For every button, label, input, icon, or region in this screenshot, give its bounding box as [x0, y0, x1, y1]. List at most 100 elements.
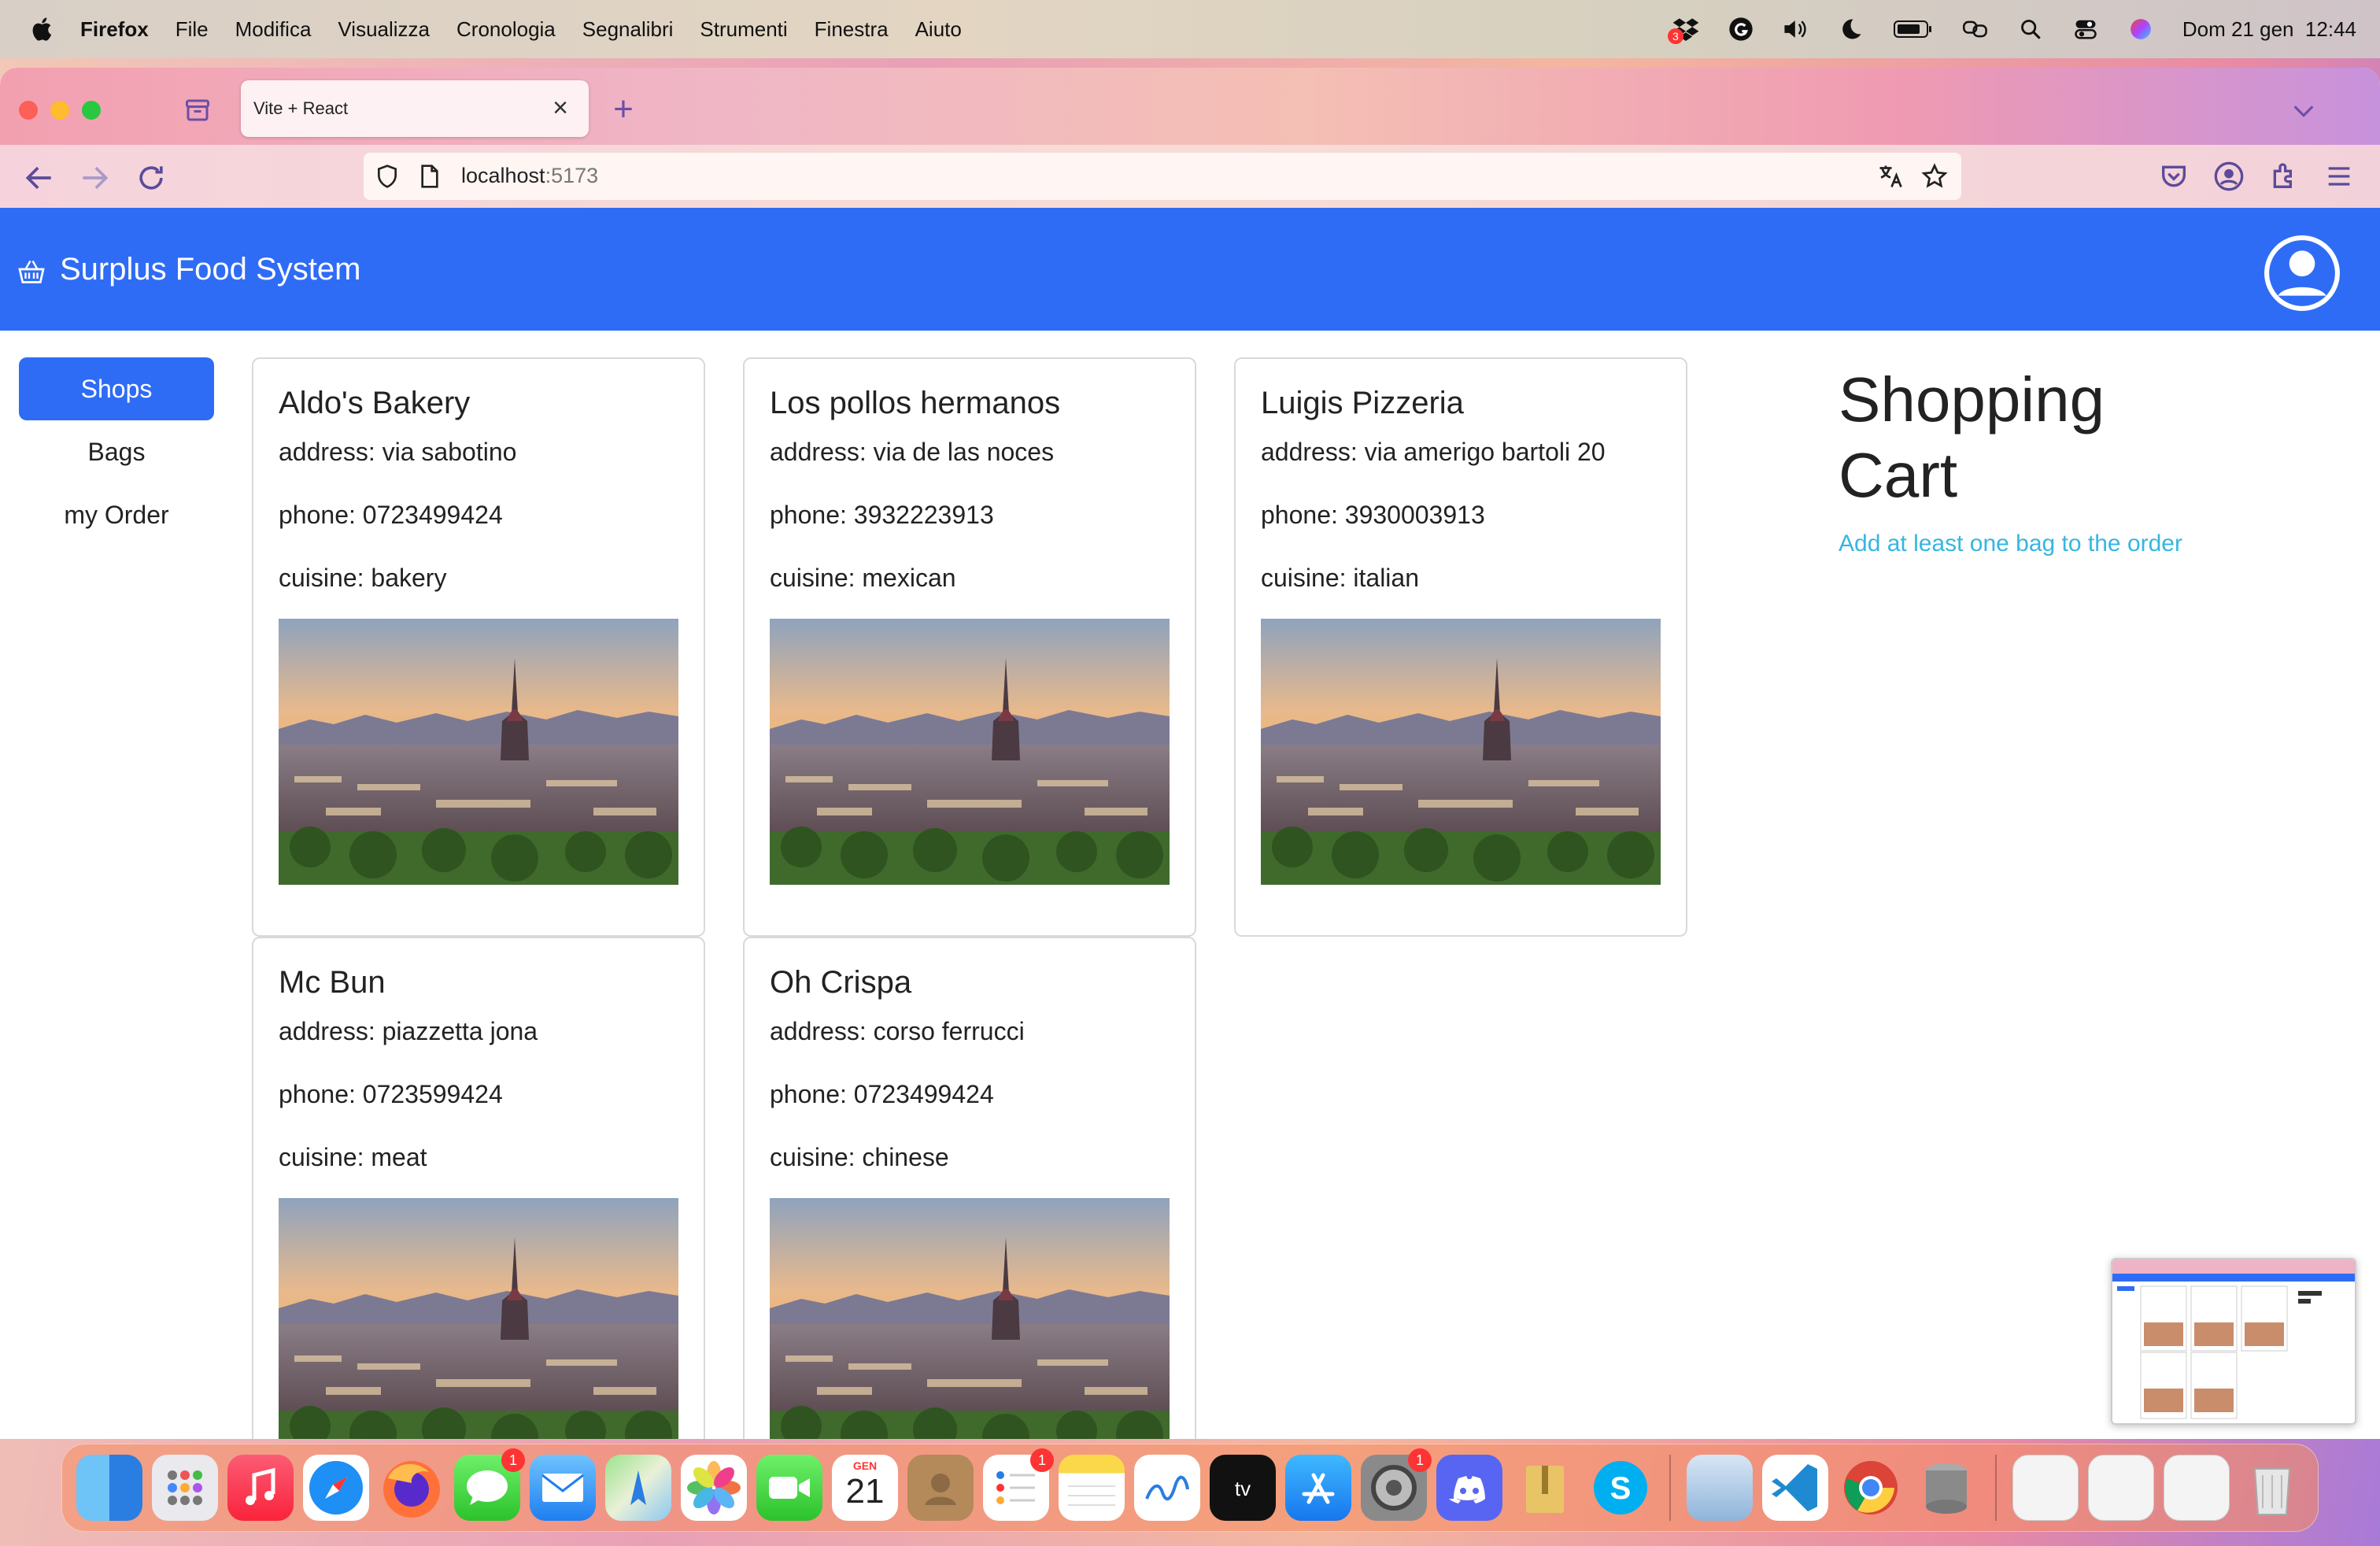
menu-app-name[interactable]: Firefox: [80, 17, 149, 42]
notes-icon[interactable]: [1059, 1455, 1125, 1521]
web-page: Surplus Food System Shops Bags my Order …: [0, 208, 2380, 1439]
app-store-icon[interactable]: [1285, 1455, 1351, 1521]
url-port: :5173: [545, 164, 599, 187]
control-center-icon[interactable]: [2072, 16, 2099, 43]
menu-finestra[interactable]: Finestra: [815, 17, 889, 42]
maps-icon[interactable]: [605, 1455, 671, 1521]
freeform-icon[interactable]: [1134, 1455, 1200, 1521]
contacts-icon[interactable]: [907, 1455, 974, 1521]
discord-icon[interactable]: [1436, 1455, 1502, 1521]
close-tab-icon[interactable]: ×: [546, 94, 575, 123]
recent-document-icon[interactable]: [2012, 1455, 2079, 1521]
shop-card[interactable]: Aldo's Bakery address: via sabotino phon…: [252, 357, 705, 937]
chrome-icon[interactable]: [1838, 1455, 1904, 1521]
system-settings-icon[interactable]: 1: [1361, 1448, 1432, 1521]
navigation-toolbar: localhost:5173: [0, 145, 2380, 208]
list-all-tabs-icon[interactable]: [2290, 99, 2317, 123]
menubar-clock[interactable]: Dom 21 gen 12:44: [2182, 17, 2356, 42]
menu-segnalibri[interactable]: Segnalibri: [582, 17, 674, 42]
new-tab-button[interactable]: +: [608, 92, 639, 127]
vscode-icon[interactable]: [1762, 1455, 1828, 1521]
recent-document-icon[interactable]: [2164, 1455, 2230, 1521]
dropbox-icon[interactable]: 3: [1667, 16, 1699, 44]
apple-logo-icon[interactable]: [30, 16, 57, 43]
forward-arrow-icon[interactable]: [77, 161, 112, 195]
sidebar-item-bags[interactable]: Bags: [19, 420, 214, 483]
trash-icon[interactable]: [2239, 1455, 2305, 1521]
sidebar-item-shops[interactable]: Shops: [19, 357, 214, 420]
shop-phone: phone: 0723599424: [279, 1080, 503, 1108]
do-not-disturb-icon[interactable]: [1838, 16, 1864, 43]
sidebar-nav: Shops Bags my Order: [19, 357, 214, 546]
hamburger-menu-icon[interactable]: [2323, 161, 2355, 192]
reminders-badge: 1: [1030, 1448, 1054, 1472]
svg-text:tv: tv: [1235, 1477, 1251, 1500]
shop-phone: phone: 3932223913: [770, 501, 994, 529]
spotlight-search-icon[interactable]: [2017, 16, 2044, 43]
user-avatar-icon[interactable]: [2264, 235, 2341, 312]
minimize-window-button[interactable]: [50, 101, 69, 120]
preview-icon[interactable]: [1687, 1455, 1753, 1521]
reminders-icon[interactable]: 1: [983, 1448, 1054, 1521]
url-bar[interactable]: localhost:5173: [364, 153, 1961, 200]
recent-document-icon[interactable]: [2088, 1455, 2154, 1521]
shop-name: Los pollos hermanos: [770, 386, 1061, 420]
shop-card[interactable]: Luigis Pizzeria address: via amerigo bar…: [1234, 357, 1687, 937]
menu-file[interactable]: File: [176, 17, 209, 42]
siri-icon[interactable]: [2127, 16, 2154, 43]
calendar-icon[interactable]: GEN 21: [832, 1455, 898, 1521]
app-brand[interactable]: Surplus Food System: [60, 252, 360, 287]
url-text[interactable]: localhost:5173: [461, 164, 598, 188]
browser-tab-active[interactable]: Vite + React ×: [241, 80, 589, 137]
zoom-window-button[interactable]: [82, 101, 101, 120]
shop-card[interactable]: Mc Bun address: piazzetta jona phone: 07…: [252, 937, 705, 1439]
grammarly-icon[interactable]: [1728, 16, 1754, 43]
facetime-icon[interactable]: [756, 1455, 822, 1521]
firefox-window: Vite + React × + localhost:5173 Surplus …: [0, 68, 2380, 1439]
mail-icon[interactable]: [530, 1455, 596, 1521]
shop-cuisine: cuisine: bakery: [279, 564, 447, 592]
finder-icon[interactable]: [76, 1455, 142, 1521]
screenshot-preview-thumbnail[interactable]: [2111, 1258, 2356, 1425]
battery-icon[interactable]: [1893, 16, 1934, 43]
shop-cuisine: cuisine: chinese: [770, 1143, 949, 1171]
close-window-button[interactable]: [19, 101, 38, 120]
menu-aiuto[interactable]: Aiuto: [915, 17, 962, 42]
photos-icon[interactable]: [681, 1455, 747, 1521]
sidebar-item-my-order[interactable]: my Order: [19, 483, 214, 546]
safari-icon[interactable]: [303, 1455, 369, 1521]
apple-tv-icon[interactable]: tv: [1210, 1455, 1276, 1521]
reload-icon[interactable]: [134, 161, 168, 195]
back-arrow-icon[interactable]: [22, 161, 57, 195]
app-navbar: Surplus Food System: [0, 208, 2380, 331]
shop-name: Oh Crispa: [770, 965, 912, 1000]
menu-modifica[interactable]: Modifica: [235, 17, 312, 42]
shop-card[interactable]: Los pollos hermanos address: via de las …: [743, 357, 1196, 937]
launchpad-icon[interactable]: [152, 1455, 218, 1521]
dock-separator: [1995, 1455, 1997, 1521]
page-info-icon[interactable]: [419, 164, 441, 189]
messages-icon[interactable]: 1: [454, 1448, 525, 1521]
firefox-icon[interactable]: [379, 1455, 445, 1521]
database-icon[interactable]: [1913, 1455, 1979, 1521]
archive-utility-icon[interactable]: [1512, 1455, 1578, 1521]
menu-cronologia[interactable]: Cronologia: [456, 17, 556, 42]
cart-empty-message: Add at least one bag to the order: [1839, 531, 2182, 557]
music-icon[interactable]: [227, 1455, 294, 1521]
calendar-month: GEN: [852, 1459, 878, 1472]
firefox-view-icon[interactable]: [183, 96, 213, 124]
screen-mirroring-icon[interactable]: [1962, 16, 1989, 43]
translate-icon[interactable]: [1876, 162, 1905, 190]
tracking-protection-shield-icon[interactable]: [375, 164, 400, 189]
skype-icon[interactable]: S: [1587, 1455, 1654, 1521]
account-icon[interactable]: [2213, 161, 2245, 192]
volume-icon[interactable]: [1783, 16, 1809, 43]
cart-title-line2: Cart: [1839, 440, 1958, 510]
extensions-icon[interactable]: [2268, 161, 2300, 192]
shop-card[interactable]: Oh Crispa address: corso ferrucci phone:…: [743, 937, 1196, 1439]
menu-visualizza[interactable]: Visualizza: [338, 17, 430, 42]
menu-strumenti[interactable]: Strumenti: [700, 17, 787, 42]
bookmark-star-icon[interactable]: [1920, 162, 1949, 190]
pocket-icon[interactable]: [2158, 161, 2190, 192]
shop-address: address: via amerigo bartoli 20: [1261, 438, 1606, 466]
